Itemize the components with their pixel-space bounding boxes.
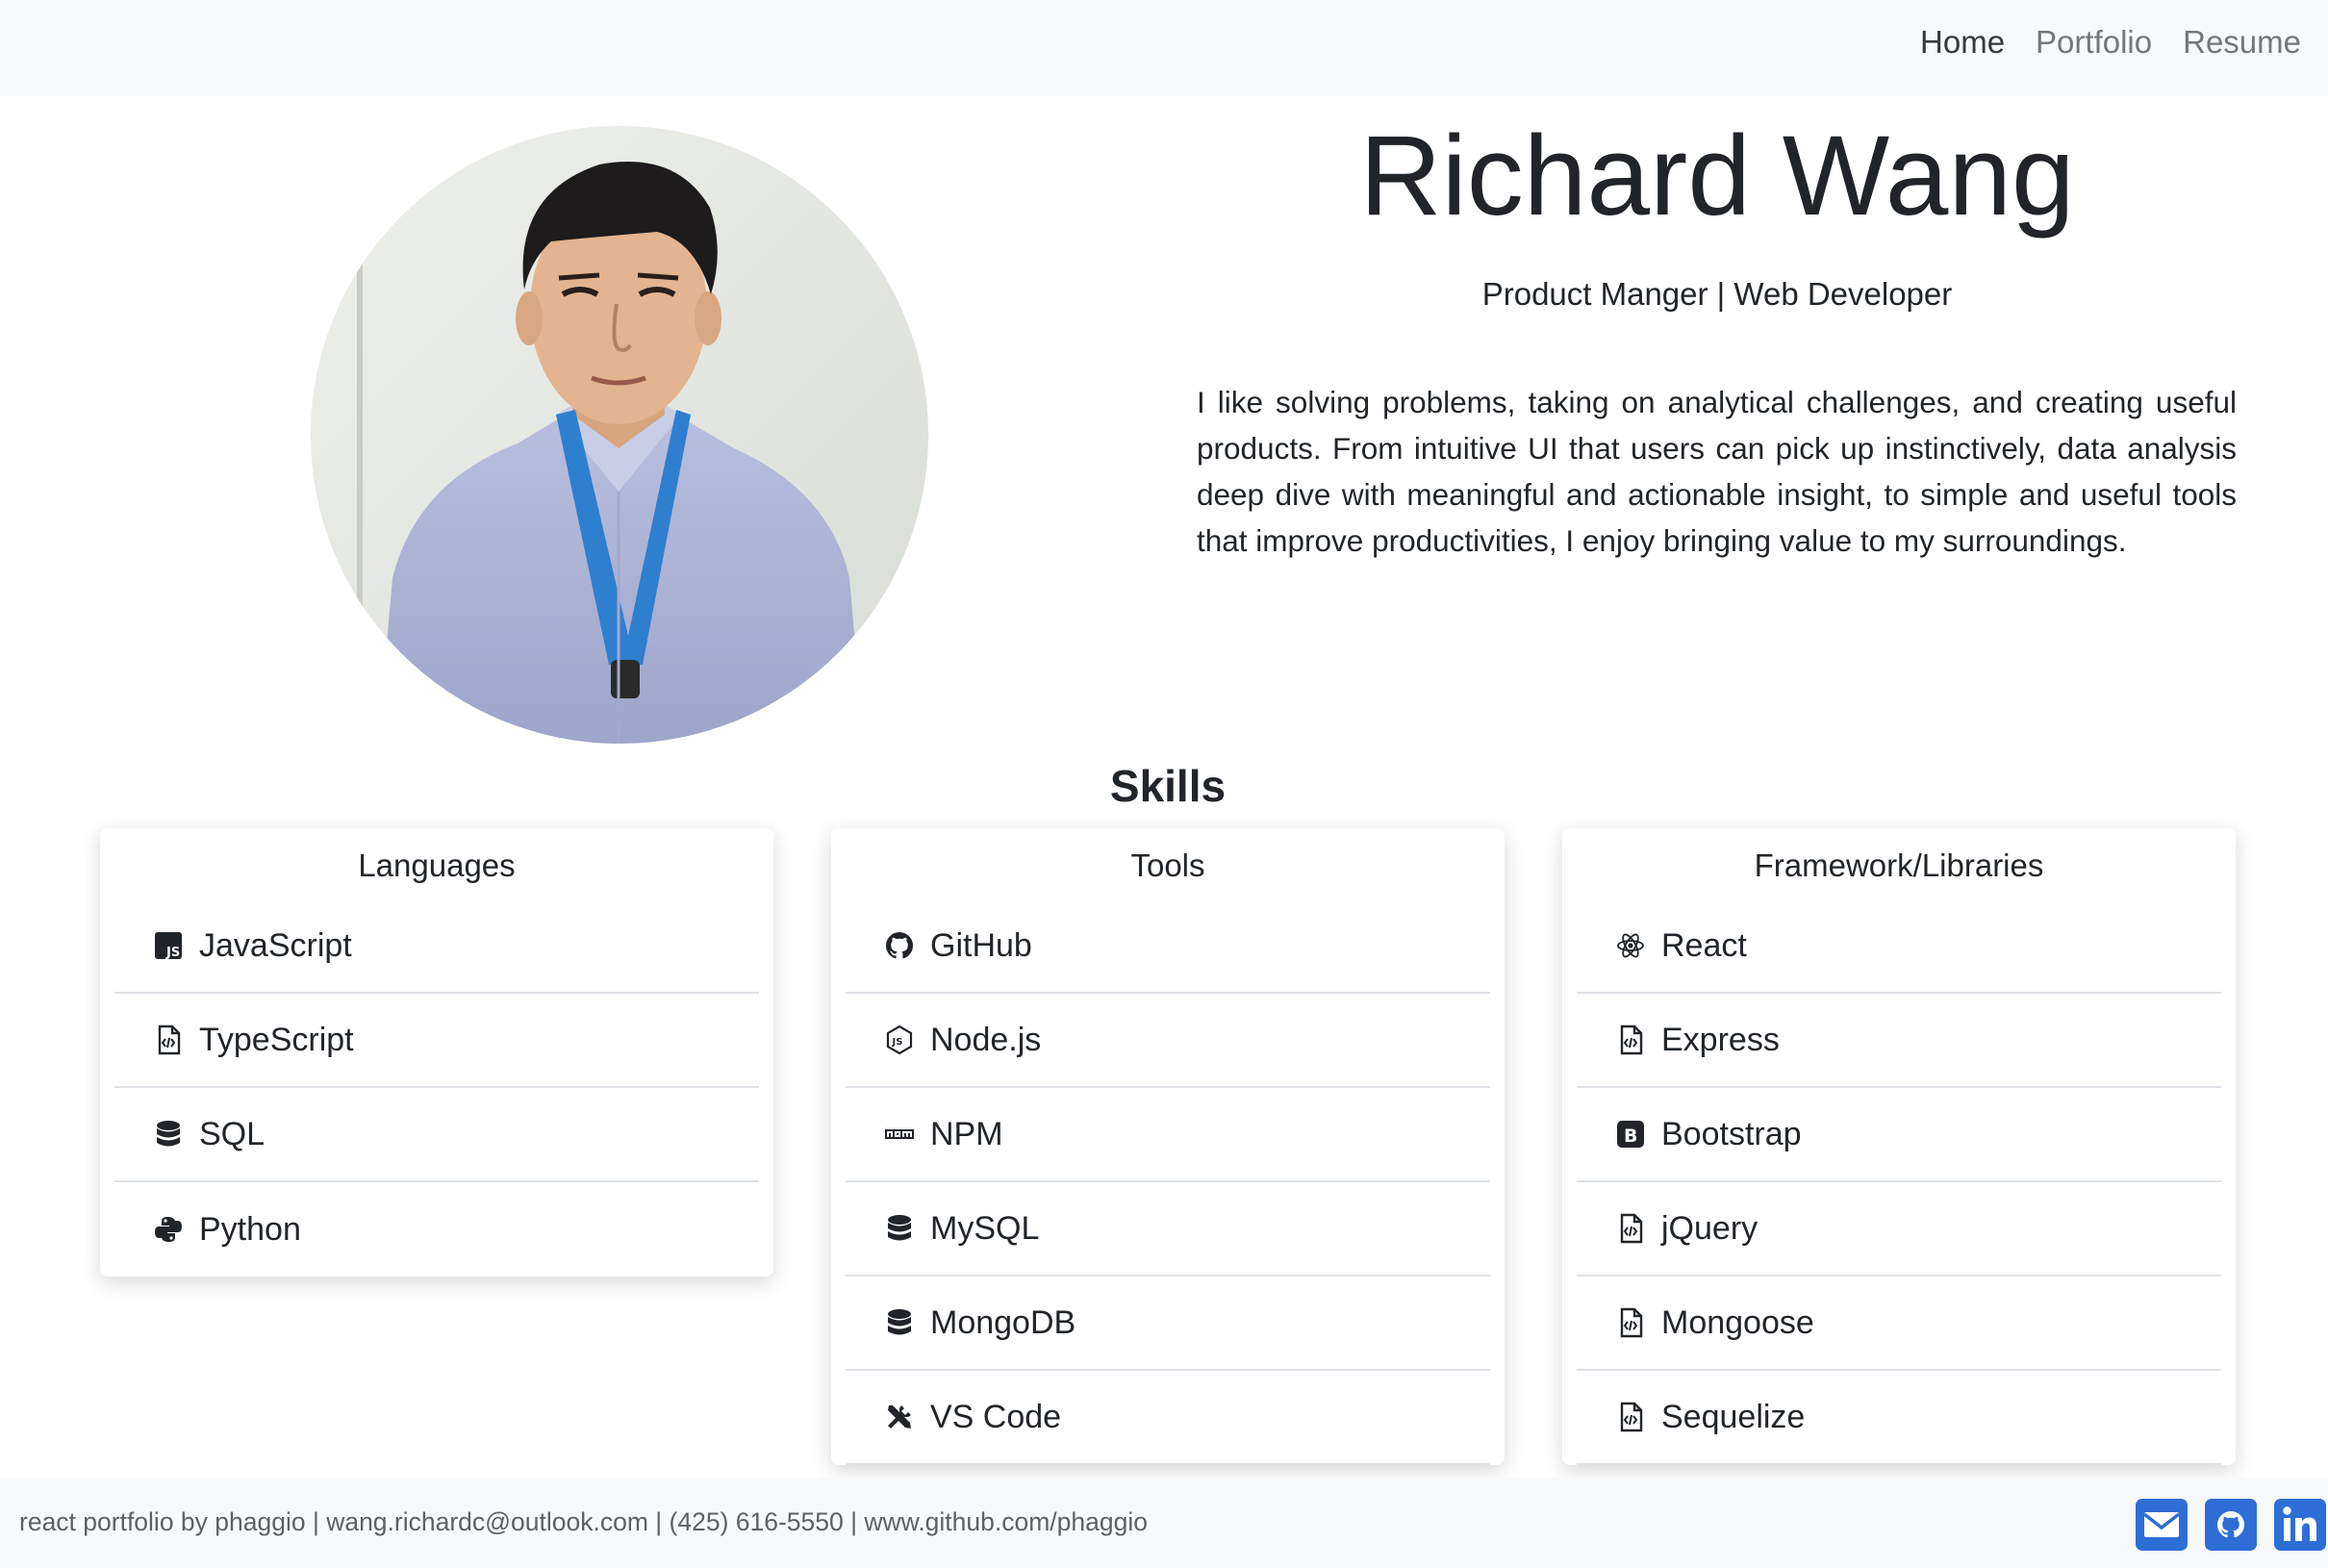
nodejs-icon: JS: [884, 1024, 915, 1055]
code-file-icon: [1615, 1024, 1646, 1055]
profile-photo: [311, 126, 928, 744]
skill-item: SQL: [114, 1088, 759, 1182]
skill-label: VS Code: [930, 1398, 1062, 1435]
footer-social-links: [2134, 1497, 2328, 1553]
skill-label: MongoDB: [930, 1303, 1076, 1341]
card-title: Framework/Libraries: [1754, 847, 2044, 883]
svg-text:JS: JS: [892, 1037, 903, 1048]
card-title: Languages: [358, 847, 516, 883]
skill-item: Sequelize: [1577, 1371, 2221, 1465]
card-title: Tools: [1130, 847, 1205, 883]
skills-card-languages: Languages JS JavaScript TypeScript SQL P…: [100, 828, 773, 1277]
skill-label: Node.js: [930, 1021, 1042, 1058]
profile-name: Richard Wang: [1359, 113, 2075, 240]
navbar: Home Portfolio Resume: [0, 0, 2328, 96]
skill-item: NPM: [846, 1088, 1490, 1182]
skill-item: MongoDB: [846, 1277, 1490, 1371]
skill-item: TypeScript: [114, 994, 759, 1088]
github-icon: [884, 930, 915, 961]
skill-label: TypeScript: [199, 1021, 354, 1058]
skill-label: React: [1661, 926, 1747, 964]
bootstrap-icon: B: [1615, 1119, 1646, 1150]
skill-label: Sequelize: [1661, 1398, 1806, 1435]
skill-item: VS Code: [846, 1371, 1490, 1465]
skill-label: MySQL: [930, 1209, 1040, 1247]
profile-bio: I like solving problems, taking on analy…: [1197, 385, 2237, 558]
database-icon: [153, 1119, 184, 1150]
skill-item: Mongoose: [1577, 1277, 2221, 1371]
skill-item: JS Node.js: [846, 994, 1490, 1088]
profile-subtitle: Product Manger | Web Developer: [1481, 276, 1953, 312]
nav-links: Home Portfolio Resume: [1920, 21, 2301, 63]
code-file-icon: [1615, 1307, 1646, 1338]
skill-item: Express: [1577, 994, 2221, 1088]
nav-link-home[interactable]: Home: [1920, 21, 2005, 63]
skill-item: GitHub: [846, 899, 1490, 994]
code-file-icon: [1615, 1213, 1646, 1244]
skill-label: JavaScript: [199, 926, 352, 964]
skill-item: JS JavaScript: [114, 899, 759, 994]
code-file-icon: [153, 1024, 184, 1055]
skill-item: jQuery: [1577, 1182, 2221, 1277]
skill-list: React Express B Bootstrap jQuery Mongoos…: [1577, 899, 2221, 1465]
skill-label: Bootstrap: [1661, 1115, 1802, 1152]
skill-label: SQL: [199, 1115, 266, 1152]
tools-icon: [884, 1402, 915, 1432]
database-icon: [884, 1307, 915, 1338]
svg-text:JS: JS: [165, 946, 180, 960]
skill-label: GitHub: [930, 926, 1032, 964]
linkedin-icon[interactable]: [2272, 1497, 2328, 1553]
skills-card-frameworks: Framework/Libraries React Express B Boot…: [1562, 828, 2236, 1465]
nav-link-portfolio[interactable]: Portfolio: [2036, 21, 2152, 63]
skill-item: Python: [114, 1182, 759, 1277]
skill-label: jQuery: [1661, 1209, 1759, 1247]
database-icon: [884, 1213, 915, 1244]
skill-item: React: [1577, 899, 2221, 994]
nav-link-resume[interactable]: Resume: [2183, 21, 2301, 63]
skill-label: Python: [199, 1210, 301, 1248]
javascript-icon: JS: [153, 930, 184, 961]
skill-item: MySQL: [846, 1182, 1490, 1277]
github-icon[interactable]: [2203, 1497, 2259, 1553]
npm-icon: [884, 1119, 915, 1150]
react-icon: [1615, 930, 1646, 961]
email-icon[interactable]: [2134, 1497, 2189, 1553]
skill-list: JS JavaScript TypeScript SQL Python: [114, 899, 759, 1277]
skills-heading: Skills: [1109, 761, 1227, 811]
code-file-icon: [1615, 1402, 1646, 1432]
skill-item: B Bootstrap: [1577, 1088, 2221, 1182]
skills-card-tools: Tools GitHub JS Node.js NPM MySQL MongoD…: [831, 828, 1505, 1465]
skill-label: Mongoose: [1661, 1303, 1814, 1341]
footer: react portfolio by phaggio | wang.richar…: [0, 1478, 2328, 1568]
svg-text:B: B: [1624, 1125, 1637, 1147]
skill-list: GitHub JS Node.js NPM MySQL MongoDB VS C…: [846, 899, 1490, 1465]
skill-label: NPM: [930, 1115, 1003, 1152]
python-icon: [153, 1214, 184, 1245]
skill-label: Express: [1661, 1021, 1780, 1058]
footer-contact-text: react portfolio by phaggio | wang.richar…: [19, 1507, 1148, 1536]
